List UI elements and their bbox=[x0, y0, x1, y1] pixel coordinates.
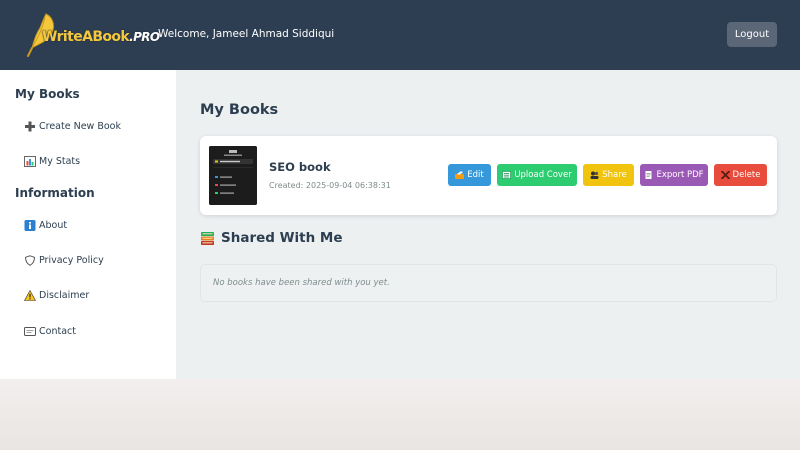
sidebar-item-privacy-policy[interactable]: Privacy Policy bbox=[24, 255, 104, 266]
sidebar: My Books Create New Book My Stats Inform… bbox=[0, 70, 176, 379]
sidebar-heading-information: Information bbox=[15, 186, 95, 200]
bar-chart-icon bbox=[24, 156, 36, 167]
pdf-icon bbox=[644, 171, 653, 179]
plus-icon bbox=[24, 121, 36, 132]
warning-icon bbox=[23, 289, 37, 301]
export-pdf-button[interactable]: Export PDF bbox=[640, 164, 708, 186]
sidebar-item-my-stats[interactable]: My Stats bbox=[24, 156, 80, 167]
delete-icon bbox=[720, 170, 730, 180]
image-icon bbox=[502, 171, 512, 179]
top-header: WriteABook.PRO Welcome, Jameel Ahmad Sid… bbox=[0, 0, 800, 70]
pencil-icon bbox=[455, 171, 465, 179]
info-icon bbox=[24, 220, 36, 231]
page-footer-area bbox=[0, 379, 800, 450]
edit-button[interactable]: Edit bbox=[448, 164, 491, 186]
book-created-date: Created: 2025-09-04 06:38:31 bbox=[269, 181, 391, 190]
empty-state-message: No books have been shared with you yet. bbox=[213, 278, 390, 288]
shield-icon bbox=[24, 255, 36, 266]
book-cover-thumbnail[interactable] bbox=[209, 146, 257, 205]
book-title: SEO book bbox=[269, 160, 331, 174]
page-title: My Books bbox=[200, 102, 279, 118]
shared-books-panel: No books have been shared with you yet. bbox=[200, 264, 777, 302]
share-icon bbox=[590, 171, 599, 179]
contact-card-icon bbox=[24, 326, 36, 337]
delete-button[interactable]: Delete bbox=[714, 164, 767, 186]
sidebar-item-contact[interactable]: Contact bbox=[24, 326, 76, 337]
main-content: My Books SEO book Created: 2025-09-04 06… bbox=[176, 70, 800, 379]
upload-cover-button[interactable]: Upload Cover bbox=[497, 164, 577, 186]
sidebar-item-disclaimer[interactable]: Disclaimer bbox=[23, 289, 89, 301]
logo-text: WriteABook.PRO bbox=[42, 29, 160, 45]
app-logo[interactable]: WriteABook.PRO bbox=[24, 12, 160, 58]
sidebar-item-create-new-book[interactable]: Create New Book bbox=[24, 121, 121, 132]
welcome-message: Welcome, Jameel Ahmad Siddiqui bbox=[158, 28, 335, 40]
book-card: SEO book Created: 2025-09-04 06:38:31 Ed… bbox=[200, 136, 777, 215]
share-button[interactable]: Share bbox=[583, 164, 634, 186]
shared-with-me-heading: Shared With Me bbox=[200, 230, 343, 246]
sidebar-heading-my-books: My Books bbox=[15, 87, 80, 101]
books-icon bbox=[200, 231, 215, 246]
sidebar-item-about[interactable]: About bbox=[24, 220, 67, 231]
logout-button[interactable]: Logout bbox=[727, 22, 777, 47]
